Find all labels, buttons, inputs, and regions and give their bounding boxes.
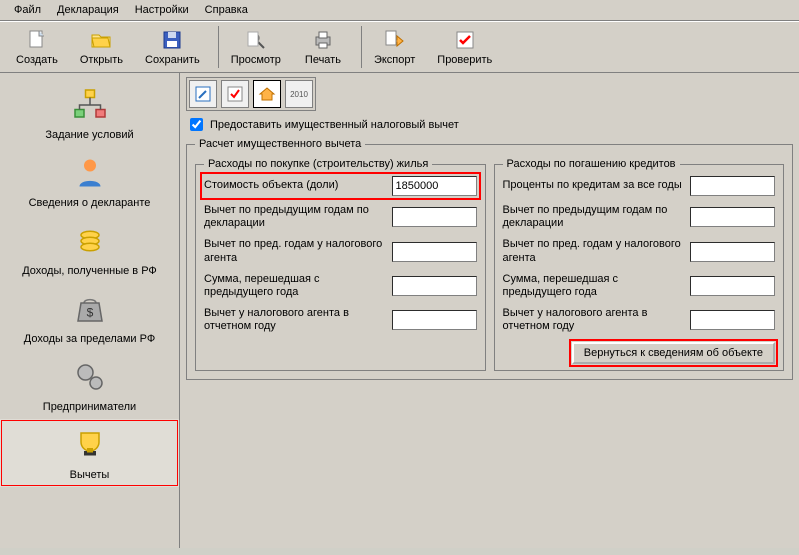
menu-help[interactable]: Справка	[199, 2, 254, 18]
bag-icon: $	[70, 291, 110, 331]
gears-icon	[70, 359, 110, 399]
purchase-row-4: Вычет у налогового агента в отчетном год…	[204, 307, 477, 333]
toolbar: Создать Открыть Сохранить Просмотр Печать Экс…	[0, 21, 799, 73]
menubar: Файл Декларация Настройки Справка	[0, 0, 799, 21]
check-button[interactable]: Проверить	[427, 26, 502, 68]
tab-icon-check[interactable]	[221, 80, 249, 108]
check-icon	[453, 28, 477, 52]
loan-row-0: Проценты по кредитам за все годы	[503, 176, 776, 196]
preview-button[interactable]: Просмотр	[218, 26, 291, 68]
loan-label-2: Вычет по пред. годам у налогового агента	[503, 238, 685, 264]
sidebar-item-income-foreign[interactable]: $ Доходы за пределами РФ	[0, 283, 179, 351]
loan-input-2[interactable]	[690, 242, 775, 262]
loan-input-0[interactable]	[690, 176, 775, 196]
magnifier-icon	[244, 28, 268, 52]
calc-fieldset: Расчет имущественного вычета Расходы по …	[186, 138, 793, 380]
disk-icon	[160, 28, 184, 52]
loan-row-2: Вычет по пред. годам у налогового агента	[503, 238, 776, 264]
sidebar-item-label: Вычеты	[70, 469, 110, 481]
loan-expenses-legend: Расходы по погашению кредитов	[503, 158, 680, 170]
folder-open-icon	[89, 28, 113, 52]
purchase-row-3: Сумма, перешедшая с предыдущего года	[204, 273, 477, 299]
create-label: Создать	[16, 54, 58, 66]
purchase-label-1: Вычет по предыдущим годам по декларации	[204, 204, 386, 230]
person-icon	[70, 155, 110, 195]
tab-icon-house[interactable]	[253, 80, 281, 108]
print-label: Печать	[305, 54, 341, 66]
export-button[interactable]: Экспорт	[361, 26, 425, 68]
sidebar-item-entrepreneurs[interactable]: Предприниматели	[0, 351, 179, 419]
coins-icon	[70, 223, 110, 263]
provide-deduction-label: Предоставить имущественный налоговый выч…	[210, 119, 459, 131]
loan-expenses-group: Расходы по погашению кредитов Проценты п…	[494, 158, 785, 371]
return-to-object-button[interactable]: Вернуться к сведениям об объекте	[572, 342, 775, 364]
loan-input-1[interactable]	[690, 207, 775, 227]
printer-icon	[311, 28, 335, 52]
main-panel: 2010 Предоставить имущественный налоговы…	[180, 73, 799, 548]
tab-icon-doc[interactable]	[189, 80, 217, 108]
sidebar-item-conditions[interactable]: Задание условий	[0, 79, 179, 147]
trophy-icon	[70, 427, 110, 467]
menu-declaration[interactable]: Декларация	[51, 2, 125, 18]
export-icon	[383, 28, 407, 52]
purchase-input-2[interactable]	[392, 242, 477, 262]
loan-label-3: Сумма, перешедшая с предыдущего года	[503, 273, 685, 299]
svg-text:$: $	[86, 306, 93, 320]
create-button[interactable]: Создать	[6, 26, 68, 68]
tab-icons: 2010	[186, 77, 316, 111]
calc-legend: Расчет имущественного вычета	[195, 138, 365, 150]
purchase-input-3[interactable]	[392, 276, 477, 296]
provide-deduction-row: Предоставить имущественный налоговый выч…	[186, 115, 793, 134]
sidebar-item-label: Сведения о декларанте	[29, 197, 151, 209]
purchase-label-4: Вычет у налогового агента в отчетном год…	[204, 307, 386, 333]
loan-row-3: Сумма, перешедшая с предыдущего года	[503, 273, 776, 299]
tab-icon-year[interactable]: 2010	[285, 80, 313, 108]
purchase-input-1[interactable]	[392, 207, 477, 227]
purchase-label-3: Сумма, перешедшая с предыдущего года	[204, 273, 386, 299]
loan-label-0: Проценты по кредитам за все годы	[503, 179, 685, 192]
menu-file[interactable]: Файл	[8, 2, 47, 18]
sidebar-item-deductions[interactable]: Вычеты	[0, 419, 179, 487]
save-label: Сохранить	[145, 54, 200, 66]
check-label: Проверить	[437, 54, 492, 66]
loan-input-4[interactable]	[690, 310, 775, 330]
preview-label: Просмотр	[231, 54, 281, 66]
print-button[interactable]: Печать	[293, 26, 353, 68]
open-label: Открыть	[80, 54, 123, 66]
sidebar-item-declarant[interactable]: Сведения о декларанте	[0, 147, 179, 215]
sidebar-item-label: Доходы за пределами РФ	[24, 333, 155, 345]
purchase-input-0[interactable]	[392, 176, 477, 196]
sidebar-item-label: Задание условий	[45, 129, 133, 141]
loan-label-4: Вычет у налогового агента в отчетном год…	[503, 307, 685, 333]
purchase-expenses-group: Расходы по покупке (строительству) жилья…	[195, 158, 486, 371]
purchase-label-2: Вычет по пред. годам у налогового агента	[204, 238, 386, 264]
sidebar: Задание условий Сведения о декларанте Дохо…	[0, 73, 180, 548]
purchase-row-0: Стоимость объекта (доли)	[204, 176, 477, 196]
purchase-row-2: Вычет по пред. годам у налогового агента	[204, 238, 477, 264]
menu-settings[interactable]: Настройки	[129, 2, 195, 18]
purchase-label-0: Стоимость объекта (доли)	[204, 179, 386, 192]
loan-input-3[interactable]	[690, 276, 775, 296]
purchase-expenses-legend: Расходы по покупке (строительству) жилья	[204, 158, 432, 170]
sidebar-item-label: Предприниматели	[43, 401, 136, 413]
sidebar-item-income-rf[interactable]: Доходы, полученные в РФ	[0, 215, 179, 283]
save-button[interactable]: Сохранить	[135, 26, 210, 68]
loan-row-1: Вычет по предыдущим годам по декларации	[503, 204, 776, 230]
loan-label-1: Вычет по предыдущим годам по декларации	[503, 204, 685, 230]
purchase-row-1: Вычет по предыдущим годам по декларации	[204, 204, 477, 230]
sidebar-item-label: Доходы, полученные в РФ	[22, 265, 157, 277]
purchase-input-4[interactable]	[392, 310, 477, 330]
open-button[interactable]: Открыть	[70, 26, 133, 68]
tree-icon	[70, 87, 110, 127]
doc-new-icon	[25, 28, 49, 52]
loan-row-4: Вычет у налогового агента в отчетном год…	[503, 307, 776, 333]
provide-deduction-checkbox[interactable]	[190, 118, 203, 131]
export-label: Экспорт	[374, 54, 415, 66]
